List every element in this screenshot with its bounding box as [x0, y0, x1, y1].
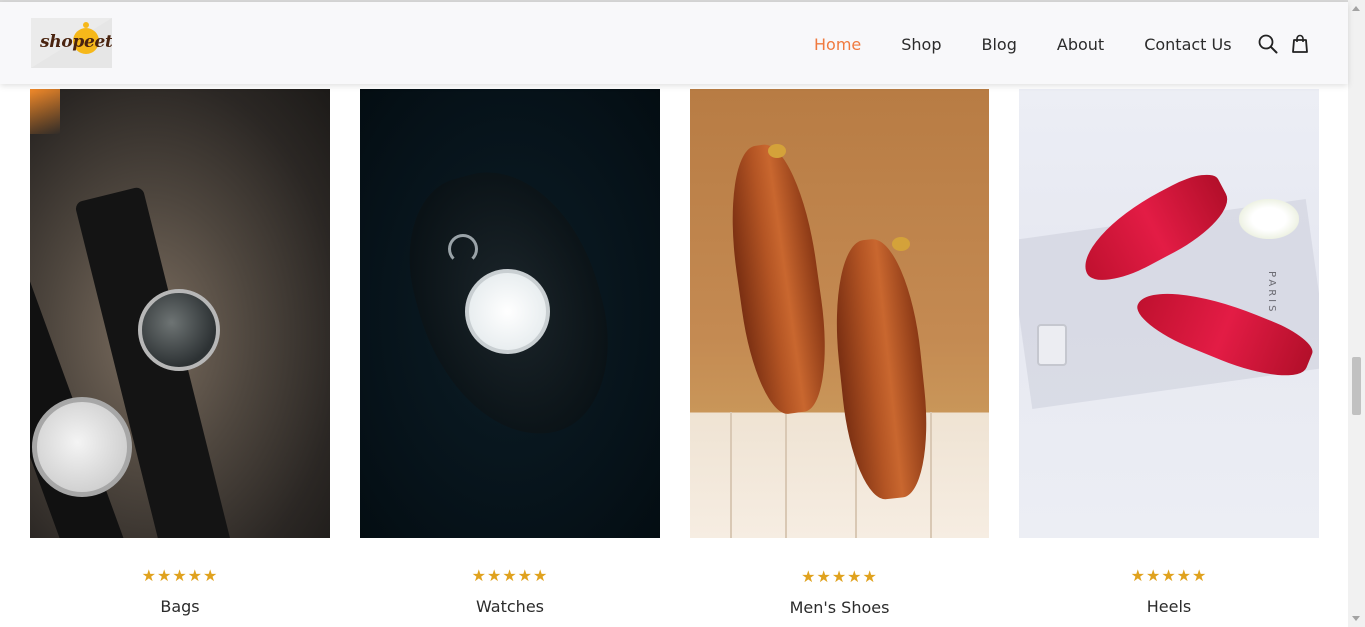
logo-text: shopeet: [40, 32, 112, 52]
product-image-mens-shoes[interactable]: [690, 89, 989, 538]
product-title[interactable]: Watches: [360, 597, 660, 616]
scrollbar-thumb[interactable]: [1352, 357, 1361, 415]
alarm-clock: [465, 269, 550, 354]
nav-blog[interactable]: Blog: [982, 35, 1017, 54]
rating-stars: ★★★★★: [471, 566, 549, 585]
site-logo[interactable]: shopeet: [31, 18, 112, 68]
product-title[interactable]: Men's Shoes: [690, 598, 989, 617]
packaging-text: PARIS: [1266, 271, 1277, 315]
product-card-heels[interactable]: PARIS ★★★★★ Heels: [1019, 89, 1319, 616]
logo-dot: [83, 22, 89, 28]
main-nav: Home Shop Blog About Contact Us: [814, 32, 1320, 56]
rating-stars: ★★★★★: [1130, 566, 1208, 585]
product-card-mens-shoes[interactable]: ★★★★★ Men's Shoes: [690, 89, 989, 617]
watch-face: [32, 397, 132, 497]
page: shopeet Home Shop Blog About Contact Us …: [0, 0, 1365, 627]
nav-home[interactable]: Home: [814, 35, 861, 54]
header-navbar: shopeet Home Shop Blog About Contact Us: [0, 2, 1348, 84]
rating-stars: ★★★★★: [801, 567, 878, 586]
product-title[interactable]: Bags: [30, 597, 330, 616]
rating-stars: ★★★★★: [141, 566, 219, 585]
shopping-bag-icon[interactable]: [1288, 32, 1312, 56]
scroll-down-icon[interactable]: [1352, 616, 1360, 621]
product-title[interactable]: Heels: [1019, 597, 1319, 616]
nav-shop[interactable]: Shop: [901, 35, 941, 54]
product-image-bags[interactable]: [30, 89, 330, 538]
product-image-watches[interactable]: [360, 89, 660, 538]
product-card-watches[interactable]: ★★★★★ Watches: [360, 89, 660, 616]
nav-about[interactable]: About: [1057, 35, 1104, 54]
shoe: [719, 139, 837, 419]
nav-contact-us[interactable]: Contact Us: [1144, 35, 1231, 54]
product-image-heels[interactable]: PARIS: [1019, 89, 1319, 538]
page-scrollbar[interactable]: [1348, 0, 1365, 627]
watch-face: [138, 289, 220, 371]
product-card-bags[interactable]: ★★★★★ Bags: [30, 89, 330, 616]
shoe: [826, 235, 936, 503]
search-icon[interactable]: [1256, 32, 1280, 56]
scroll-up-icon[interactable]: [1352, 6, 1360, 11]
